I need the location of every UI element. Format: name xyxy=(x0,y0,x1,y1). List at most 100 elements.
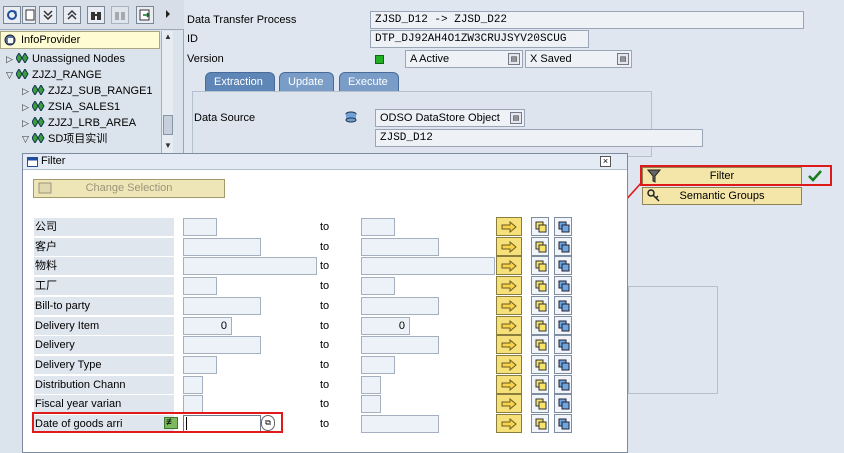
filter-to-input[interactable] xyxy=(361,238,439,256)
caret-right-icon[interactable]: ▷ xyxy=(22,115,32,131)
filter-from-input[interactable] xyxy=(183,356,217,374)
multiple-selection-button[interactable] xyxy=(496,217,522,236)
export-button[interactable] xyxy=(136,6,154,24)
paste-button[interactable] xyxy=(554,394,572,413)
multiple-selection-button[interactable] xyxy=(496,316,522,335)
filter-to-input[interactable] xyxy=(361,415,439,433)
datasource-name-field[interactable]: ZJSD_D12 xyxy=(375,129,703,147)
caret-right-icon[interactable]: ▷ xyxy=(22,83,32,99)
paste-button[interactable] xyxy=(554,355,572,374)
caret-right-icon[interactable]: ▷ xyxy=(6,51,16,67)
filter-from-input[interactable] xyxy=(183,297,261,315)
id-field[interactable]: DTP_DJ92AH4O1ZW3CRUJSYV20SCUG xyxy=(370,30,589,48)
paste-button[interactable] xyxy=(554,256,572,275)
collapse-button[interactable] xyxy=(63,6,81,24)
filter-to-input[interactable] xyxy=(361,257,495,275)
paste-button[interactable] xyxy=(554,217,572,236)
copy-button[interactable] xyxy=(531,414,549,433)
to-label: to xyxy=(320,241,330,253)
expand-button[interactable] xyxy=(39,6,57,24)
filter-from-input[interactable] xyxy=(183,257,317,275)
copy-button[interactable] xyxy=(531,276,549,295)
copy-button[interactable] xyxy=(531,335,549,354)
tree-node[interactable]: ▷ Unassigned Nodes xyxy=(6,51,125,67)
multiple-selection-button[interactable] xyxy=(496,414,522,433)
multiple-selection-button[interactable] xyxy=(496,256,522,275)
filter-from-input[interactable] xyxy=(183,218,217,236)
scroll-up-icon[interactable]: ▲ xyxy=(163,32,173,42)
filter-to-input[interactable] xyxy=(361,277,395,295)
dtp-field[interactable]: ZJSD_D12 -> ZJSD_D22 xyxy=(370,11,804,29)
version-saved-select[interactable]: X Saved ▤ xyxy=(525,50,632,68)
filter-to-input[interactable] xyxy=(361,336,439,354)
scroll-down-icon[interactable]: ▼ xyxy=(163,141,173,151)
tab-execute[interactable]: Execute xyxy=(339,72,399,91)
copy-button[interactable] xyxy=(531,296,549,315)
filter-from-input[interactable] xyxy=(183,395,203,413)
caret-down-icon[interactable]: ▽ xyxy=(22,131,32,147)
filter-from-input[interactable] xyxy=(183,277,217,295)
filter-from-input[interactable]: 0 xyxy=(183,317,232,335)
dropdown-icon[interactable]: ▤ xyxy=(617,53,629,65)
tree-node[interactable]: ▷ ZSIA_SALES1 xyxy=(22,99,120,115)
datasource-type-select[interactable]: ODSO DataStore Object ▤ xyxy=(375,109,525,127)
multiple-selection-button[interactable] xyxy=(496,276,522,295)
multiple-selection-button[interactable] xyxy=(496,375,522,394)
more-button[interactable] xyxy=(161,6,175,24)
filter-to-input[interactable]: 0 xyxy=(361,317,410,335)
filter-to-input[interactable] xyxy=(361,297,439,315)
arrow-right-icon xyxy=(501,418,517,430)
copy-icon xyxy=(535,398,547,410)
copy-button[interactable] xyxy=(531,256,549,275)
copy-icon xyxy=(535,359,547,371)
settings-button[interactable] xyxy=(22,6,36,24)
tree-scrollbar[interactable]: ▲ ▼ xyxy=(161,31,173,153)
caret-down-icon[interactable]: ▽ xyxy=(6,67,16,83)
multiple-selection-button[interactable] xyxy=(496,296,522,315)
paste-button[interactable] xyxy=(554,375,572,394)
find-button[interactable] xyxy=(87,6,105,24)
copy-button[interactable] xyxy=(531,217,549,236)
paste-button[interactable] xyxy=(554,237,572,256)
close-icon[interactable]: × xyxy=(600,156,611,167)
find-next-button[interactable] xyxy=(111,6,129,24)
filter-from-input[interactable] xyxy=(183,336,261,354)
tree-node[interactable]: ▷ ZJZJ_SUB_RANGE1 xyxy=(22,83,153,99)
paste-button[interactable] xyxy=(554,316,572,335)
multiple-selection-button[interactable] xyxy=(496,335,522,354)
change-selection-button[interactable]: Change Selection xyxy=(33,179,225,198)
paste-button[interactable] xyxy=(554,276,572,295)
tab-update[interactable]: Update xyxy=(279,72,334,91)
filter-from-input[interactable] xyxy=(183,376,203,394)
multiple-selection-button[interactable] xyxy=(496,237,522,256)
copy-button[interactable] xyxy=(531,316,549,335)
refresh-button[interactable] xyxy=(3,6,21,24)
tree-header[interactable]: InfoProvider xyxy=(0,31,160,49)
paste-button[interactable] xyxy=(554,335,572,354)
tab-extraction[interactable]: Extraction xyxy=(205,72,275,91)
copy-button[interactable] xyxy=(531,394,549,413)
paste-button[interactable] xyxy=(554,296,572,315)
dropdown-icon[interactable]: ▤ xyxy=(510,112,522,124)
multiple-selection-button[interactable] xyxy=(496,355,522,374)
tree-node[interactable]: ▽ ZJZJ_RANGE xyxy=(6,67,102,83)
filter-to-input[interactable] xyxy=(361,356,395,374)
copy-button[interactable] xyxy=(531,355,549,374)
filter-to-input[interactable] xyxy=(361,376,381,394)
copy-button[interactable] xyxy=(531,375,549,394)
dropdown-icon[interactable]: ▤ xyxy=(508,53,520,65)
multiple-selection-button[interactable] xyxy=(496,394,522,413)
tree-node[interactable]: ▽ SD项目实训 xyxy=(22,131,107,147)
filter-from-input[interactable] xyxy=(183,238,261,256)
filter-to-input[interactable] xyxy=(361,218,395,236)
filter-to-input[interactable] xyxy=(361,395,381,413)
semantic-groups-button[interactable]: Semantic Groups xyxy=(642,187,802,205)
filter-dialog-title-bar[interactable]: Filter × xyxy=(23,154,627,170)
filter-field-label-text: Delivery Type xyxy=(35,359,102,371)
caret-right-icon[interactable]: ▷ xyxy=(22,99,32,115)
version-active-select[interactable]: A Active ▤ xyxy=(405,50,523,68)
copy-button[interactable] xyxy=(531,237,549,256)
paste-button[interactable] xyxy=(554,414,572,433)
tree-node[interactable]: ▷ ZJZJ_LRB_AREA xyxy=(22,115,136,131)
scrollbar-thumb[interactable] xyxy=(163,115,173,135)
